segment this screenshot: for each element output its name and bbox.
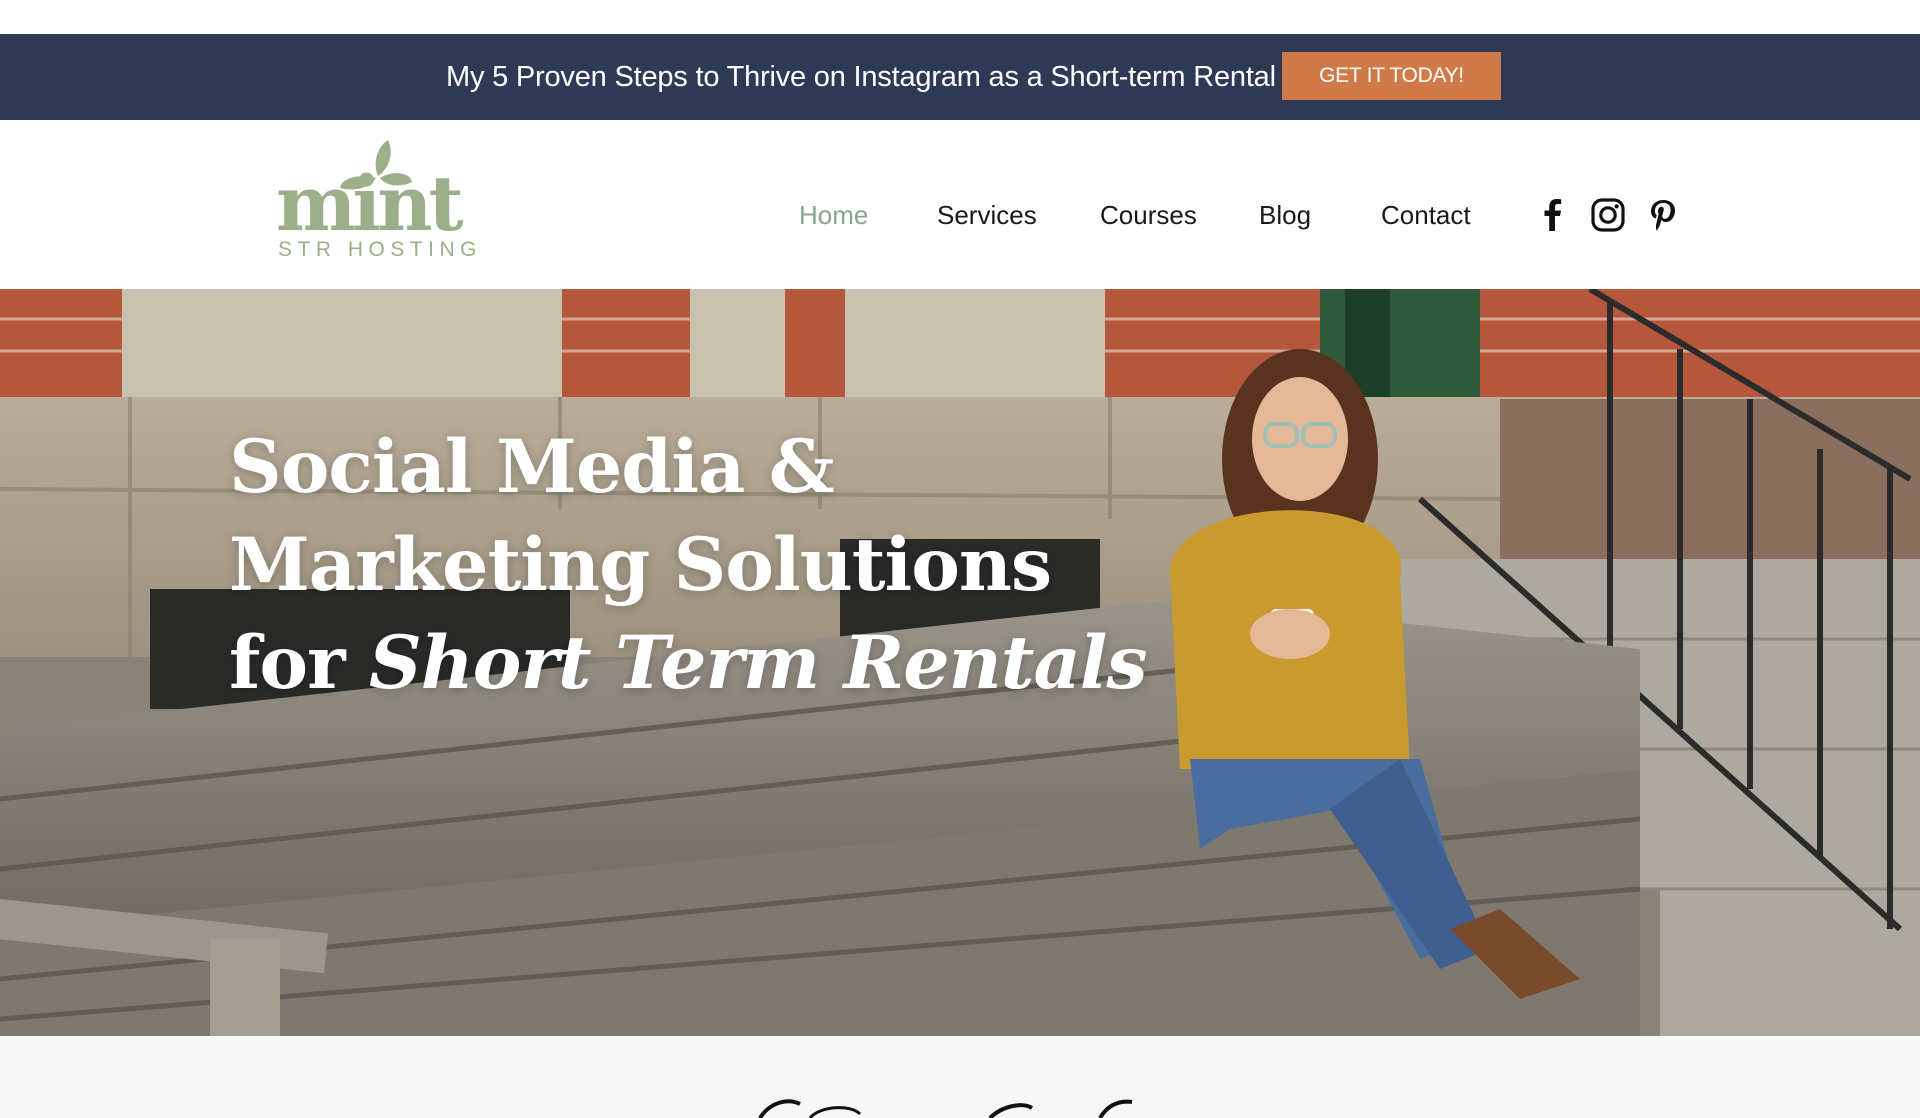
get-it-today-button[interactable]: GET IT TODAY! [1282,52,1501,100]
logo-subtitle: STR HOSTING [278,238,483,261]
hero-line-3: for Short Term Rentals [229,614,1148,712]
facebook-icon[interactable] [1535,197,1571,233]
instagram-icon[interactable] [1590,197,1626,233]
nav-home[interactable]: Home [799,195,868,235]
hero-line-3-emphasis: Short Term Rentals [368,620,1148,706]
logo-wordmark: mint [276,159,464,248]
hero-line-3-prefix: for [229,620,346,706]
hero-heading: Social Media & Marketing Solutions for S… [229,418,1148,712]
hero-line-2: Marketing Solutions [229,522,1052,608]
nav-services[interactable]: Services [937,195,1037,235]
nav-contact[interactable]: Contact [1381,195,1471,235]
nav-courses[interactable]: Courses [1100,195,1197,235]
hero-line-1: Social Media & [229,424,835,510]
logo[interactable]: mint STR HOSTING [276,136,486,264]
promo-text: My 5 Proven Steps to Thrive on Instagram… [446,61,1276,93]
nav-blog[interactable]: Blog [1259,195,1311,235]
hero-section: Social Media & Marketing Solutions for S… [0,289,1920,1036]
top-spacer [0,0,1920,34]
next-section-heading-partial [740,1096,1180,1118]
pinterest-icon[interactable] [1645,197,1681,233]
